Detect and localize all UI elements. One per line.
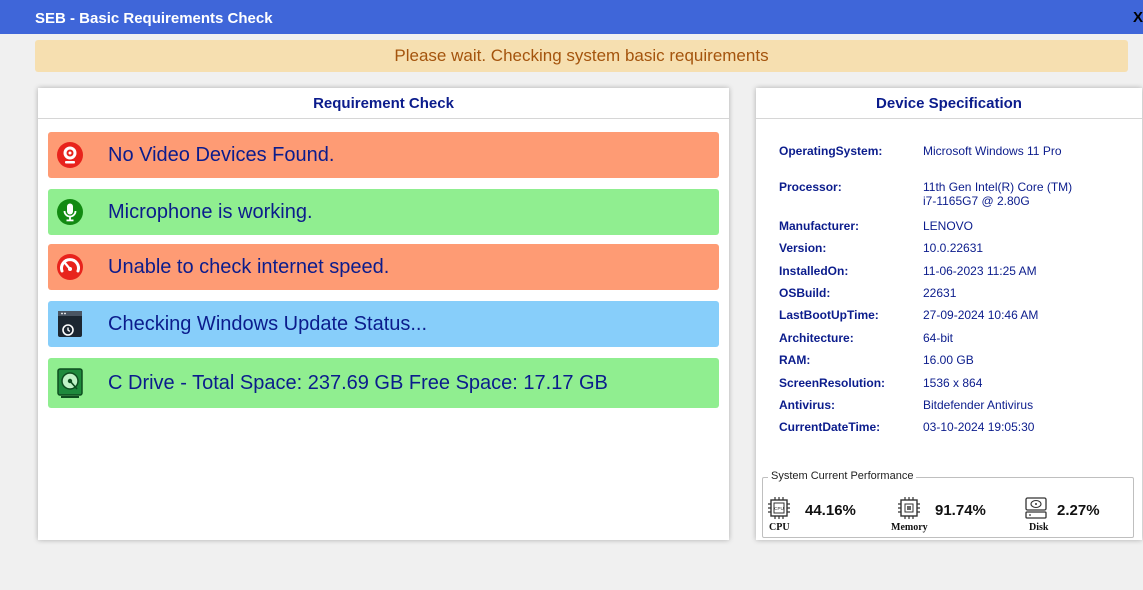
- windows-update-icon: [54, 308, 86, 340]
- cpu-metric: CPU 44.16% CPU: [767, 496, 877, 534]
- device-specification-title: Device Specification: [756, 88, 1142, 119]
- check-microphone: Microphone is working.: [48, 189, 719, 235]
- check-internet-speed: Unable to check internet speed.: [48, 244, 719, 290]
- close-button[interactable]: X: [1133, 9, 1143, 26]
- system-performance-legend: System Current Performance: [768, 470, 917, 482]
- check-disk-space: C Drive - Total Space: 237.69 GB Free Sp…: [48, 358, 719, 408]
- spec-key: OSBuild:: [779, 286, 831, 300]
- memory-metric: 91.74% Memory: [891, 496, 1011, 534]
- webcam-icon: [54, 139, 86, 171]
- memory-percentage: 91.74%: [935, 502, 986, 519]
- spec-key: InstalledOn:: [779, 264, 849, 278]
- check-windows-update-text: Checking Windows Update Status...: [108, 312, 428, 335]
- spec-key: ScreenResolution:: [779, 376, 886, 390]
- check-video-device: No Video Devices Found.: [48, 132, 719, 178]
- window-title: SEB - Basic Requirements Check: [35, 10, 273, 27]
- microphone-icon: [54, 196, 86, 228]
- spec-value: 03-10-2024 19:05:30: [923, 420, 1035, 434]
- cpu-icon: CPU: [767, 496, 791, 525]
- spec-value: Microsoft Windows 11 Pro: [923, 144, 1062, 158]
- spec-key: CurrentDateTime:: [779, 420, 881, 434]
- svg-text:CPU: CPU: [774, 506, 784, 511]
- spec-value: 10.0.22631: [923, 241, 984, 255]
- speedometer-icon: [54, 251, 86, 283]
- memory-label: Memory: [891, 522, 928, 533]
- spec-key: Architecture:: [779, 331, 854, 345]
- spec-key: Manufacturer:: [779, 219, 860, 233]
- spec-key: Antivirus:: [779, 398, 836, 412]
- status-banner-text: Please wait. Checking system basic requi…: [394, 46, 769, 65]
- spec-value: 22631: [923, 286, 957, 300]
- check-internet-speed-text: Unable to check internet speed.: [108, 255, 390, 278]
- spec-key: OperatingSystem:: [779, 144, 883, 158]
- check-windows-update: Checking Windows Update Status...: [48, 301, 719, 347]
- status-banner: Please wait. Checking system basic requi…: [35, 40, 1128, 72]
- cpu-label: CPU: [769, 522, 790, 533]
- spec-value: LENOVO: [923, 219, 974, 233]
- spec-value: 16.00 GB: [923, 353, 974, 367]
- check-disk-space-text: C Drive - Total Space: 237.69 GB Free Sp…: [108, 371, 608, 394]
- spec-key: LastBootUpTime:: [779, 308, 879, 322]
- requirement-check-panel: Requirement Check No Video Devices Found…: [38, 88, 729, 540]
- system-performance-group: System Current Performance CPU 44.16% CP…: [762, 470, 1134, 538]
- spec-value: 27-09-2024 10:46 AM: [923, 308, 1039, 322]
- spec-value: 11-06-2023 11:25 AM: [923, 264, 1037, 278]
- spec-key: RAM:: [779, 353, 811, 367]
- requirement-check-title: Requirement Check: [38, 88, 729, 119]
- title-bar: SEB - Basic Requirements Check X: [0, 0, 1143, 34]
- memory-chip-icon: [897, 496, 921, 525]
- spec-value: 11th Gen Intel(R) Core (TM) i7-1165G7 @ …: [923, 180, 1073, 208]
- disk-label: Disk: [1029, 522, 1049, 533]
- check-microphone-text: Microphone is working.: [108, 200, 313, 223]
- spec-value: Bitdefender Antivirus: [923, 398, 1034, 412]
- disk-percentage: 2.27%: [1057, 502, 1100, 519]
- spec-value: 64-bit: [923, 331, 954, 345]
- hard-disk-icon: [1023, 496, 1049, 525]
- disk-drive-icon: [54, 367, 86, 399]
- spec-value: 1536 x 864: [923, 376, 983, 390]
- spec-key: Version:: [779, 241, 827, 255]
- disk-metric: 2.27% Disk: [1021, 496, 1131, 534]
- check-video-device-text: No Video Devices Found.: [108, 143, 335, 166]
- device-specification-panel: Device Specification OperatingSystem: Mi…: [756, 88, 1142, 540]
- cpu-percentage: 44.16%: [805, 502, 856, 519]
- spec-key: Processor:: [779, 180, 842, 194]
